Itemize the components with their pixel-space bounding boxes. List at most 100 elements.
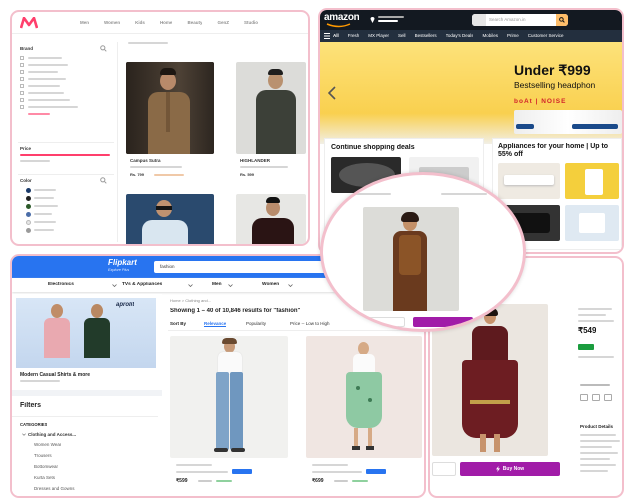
brand-checkbox[interactable] bbox=[20, 84, 24, 88]
brand-checkbox[interactable] bbox=[20, 77, 24, 81]
amazon-logo[interactable]: amazon bbox=[324, 12, 359, 23]
brand-checkbox[interactable] bbox=[20, 91, 24, 95]
buy-now-button[interactable]: Buy Now bbox=[460, 462, 560, 476]
chevron-down-icon bbox=[288, 284, 293, 287]
flipkart-breadcrumb[interactable]: Home > Clothing and... bbox=[170, 298, 211, 303]
flipkart-category-item[interactable]: Bottomwear bbox=[34, 464, 58, 469]
flipkart-ad-banner[interactable]: aprolit bbox=[16, 298, 156, 368]
brand-checkbox[interactable] bbox=[20, 70, 24, 74]
appliance-image[interactable] bbox=[565, 205, 619, 241]
brand-checkbox[interactable] bbox=[20, 98, 24, 102]
myntra-nav-men[interactable]: Men bbox=[80, 20, 89, 25]
myntra-window: Men Women Kids Home Beauty GenZ Studio B… bbox=[10, 10, 310, 246]
product-image[interactable] bbox=[126, 62, 214, 154]
flipkart-category-item[interactable]: Kurta Sets bbox=[34, 475, 55, 480]
magnifier-lens bbox=[320, 172, 526, 332]
color-swatch[interactable] bbox=[26, 204, 31, 209]
myntra-product-card[interactable]: Campus Sutra Rs. 799 bbox=[126, 62, 216, 190]
amazon-nav-bestsellers[interactable]: Bestsellers bbox=[415, 33, 437, 38]
chevron-left-icon[interactable] bbox=[328, 86, 336, 100]
search-icon[interactable] bbox=[100, 45, 107, 52]
brand-checkbox[interactable] bbox=[20, 105, 24, 109]
color-swatch[interactable] bbox=[26, 212, 31, 217]
zoomed-product-image[interactable] bbox=[363, 207, 459, 311]
myntra-nav-studio[interactable]: Studio bbox=[244, 20, 258, 25]
flipkart-categories-title: CATEGORIES bbox=[20, 422, 48, 427]
flipkart-banner-title: Modern Casual Shirts & more bbox=[20, 372, 91, 378]
amazon-nav-prime[interactable]: Prime bbox=[507, 33, 519, 38]
hamburger-menu-icon[interactable] bbox=[324, 33, 330, 39]
product-brand: Campus Sutra bbox=[130, 158, 161, 163]
myntra-logo-icon[interactable] bbox=[20, 17, 38, 29]
myntra-nav-women[interactable]: Women bbox=[104, 20, 120, 25]
size-option[interactable] bbox=[580, 394, 588, 401]
search-icon[interactable] bbox=[100, 177, 107, 184]
brand-checkbox[interactable] bbox=[20, 56, 24, 60]
product-image[interactable] bbox=[170, 336, 288, 458]
flipkart-search-input[interactable]: fashion bbox=[160, 264, 175, 269]
appliance-image[interactable] bbox=[565, 163, 619, 199]
product-image[interactable] bbox=[236, 62, 306, 154]
amazon-hero-banner[interactable]: Under ₹999 Bestselling headphon boAt | N… bbox=[320, 42, 622, 144]
myntra-nav-kids[interactable]: Kids bbox=[135, 20, 145, 25]
flipkart-category-item[interactable]: Clothing and Access... bbox=[28, 432, 76, 437]
amazon-search-button[interactable] bbox=[556, 14, 568, 26]
detail-offer-badge bbox=[578, 344, 594, 350]
myntra-product-card[interactable]: HIGHLANDER Rs. 599 bbox=[236, 62, 306, 190]
amazon-search-bar[interactable]: Search Amazon.in bbox=[472, 14, 568, 26]
flipkart-sort-relevance[interactable]: Relevance bbox=[204, 321, 227, 327]
flipkart-category-tvs[interactable]: TVs & Appliances bbox=[122, 282, 162, 287]
myntra-nav-beauty[interactable]: Beauty bbox=[187, 20, 202, 25]
appliance-image[interactable] bbox=[498, 163, 560, 199]
add-to-cart-button[interactable] bbox=[432, 462, 456, 476]
chevron-down-icon[interactable] bbox=[22, 433, 26, 436]
flipkart-category-electronics[interactable]: Electronics bbox=[48, 282, 74, 287]
color-swatch[interactable] bbox=[26, 196, 31, 201]
amazon-search-input[interactable]: Search Amazon.in bbox=[489, 17, 553, 22]
color-swatch[interactable] bbox=[26, 220, 31, 225]
color-swatch[interactable] bbox=[26, 188, 31, 193]
flipkart-product-card[interactable]: ₹699 bbox=[306, 336, 424, 496]
zoomed-buy-button[interactable] bbox=[413, 317, 473, 327]
flipkart-sort-label: Sort By bbox=[170, 321, 187, 326]
amazon-hero-title: Under ₹999 bbox=[514, 62, 591, 78]
myntra-nav-home[interactable]: Home bbox=[160, 20, 173, 25]
product-brand: HIGHLANDER bbox=[240, 158, 270, 163]
assured-badge bbox=[366, 469, 386, 474]
amazon-nav-mobiles[interactable]: Mobiles bbox=[482, 33, 498, 38]
chevron-down-icon bbox=[112, 284, 117, 287]
flipkart-product-card[interactable]: ₹599 bbox=[170, 336, 290, 496]
flipkart-category-item[interactable]: Women Wear bbox=[34, 442, 61, 447]
product-price: Rs. 599 bbox=[240, 172, 255, 177]
flipkart-category-men[interactable]: Men bbox=[212, 282, 222, 287]
flipkart-logo-sub: Explore Plus bbox=[108, 268, 130, 272]
zoomed-cart-button[interactable] bbox=[357, 317, 405, 327]
product-image[interactable] bbox=[126, 194, 214, 244]
flipkart-category-item[interactable]: Dresses and Gowns bbox=[34, 486, 75, 491]
flipkart-category-women[interactable]: Women bbox=[262, 282, 279, 287]
amazon-nav-sell[interactable]: Sell bbox=[398, 33, 406, 38]
size-option[interactable] bbox=[604, 394, 612, 401]
amazon-nav-fresh[interactable]: Fresh bbox=[348, 33, 360, 38]
detail-side-title: Product Details bbox=[580, 424, 614, 429]
amazon-nav-customer-service[interactable]: Customer Service bbox=[528, 33, 564, 38]
detail-price: ₹549 bbox=[578, 326, 597, 335]
myntra-nav-genz[interactable]: GenZ bbox=[217, 20, 229, 25]
product-image[interactable] bbox=[306, 336, 422, 458]
flipkart-logo[interactable]: Flipkart bbox=[108, 258, 137, 267]
product-price: Rs. 799 bbox=[130, 172, 145, 177]
flipkart-sort-price-low-high[interactable]: Price -- Low to High bbox=[290, 321, 330, 326]
amazon-appliances-title: Appliances for your home | Up to 55% off bbox=[498, 143, 609, 158]
product-image[interactable] bbox=[236, 194, 306, 244]
amazon-nav-all[interactable]: All bbox=[333, 33, 339, 38]
amazon-nav-mxplayer[interactable]: MX Player bbox=[368, 33, 389, 38]
amazon-nav-todays-deals[interactable]: Today's Deals bbox=[446, 33, 474, 38]
flipkart-sort-popularity[interactable]: Popularity bbox=[246, 321, 266, 326]
price-slider[interactable] bbox=[20, 154, 110, 156]
brand-checkbox[interactable] bbox=[20, 63, 24, 67]
flipkart-category-item[interactable]: Trousers bbox=[34, 453, 52, 458]
product-price: ₹699 bbox=[312, 478, 324, 484]
size-option[interactable] bbox=[592, 394, 600, 401]
location-pin-icon[interactable] bbox=[370, 16, 375, 23]
color-swatch[interactable] bbox=[26, 228, 31, 233]
